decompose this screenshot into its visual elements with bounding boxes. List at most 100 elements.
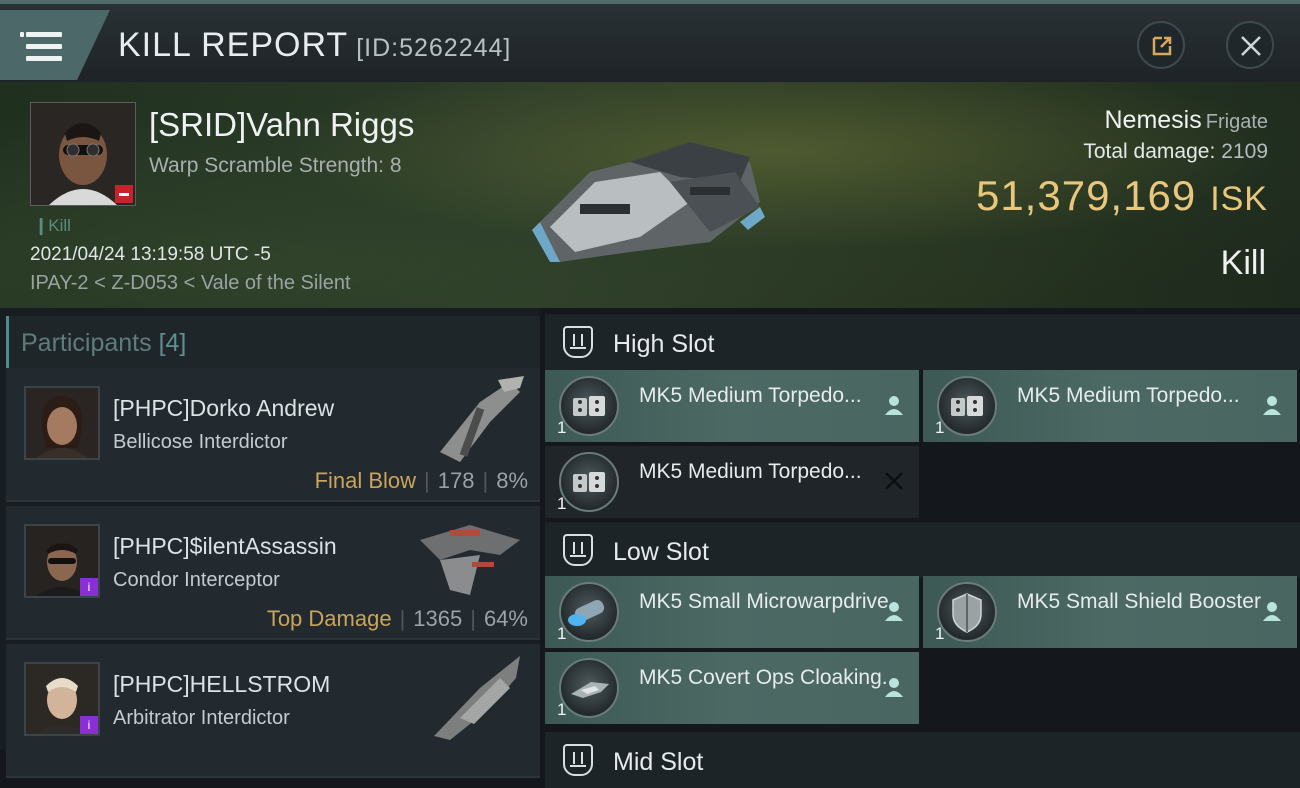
stats-separator: | <box>482 468 489 493</box>
report-id: [ID:5262244] <box>356 34 512 62</box>
participant-ship: Bellicose Interdictor <box>113 431 288 453</box>
microwarpdrive-icon <box>559 582 619 642</box>
victim-avatar[interactable] <box>30 102 136 206</box>
dropped-person-icon <box>885 678 903 697</box>
low-slot-header: Low Slot <box>545 522 1300 578</box>
participant-damage: 1365 <box>413 606 463 631</box>
participant-ship-image <box>440 376 524 462</box>
participants-header: Participants [4] <box>6 316 540 368</box>
module-tile[interactable]: 1 MK5 Small Microwarpdrive <box>545 576 919 648</box>
total-damage-value: 2109 <box>1221 140 1268 163</box>
victim-name[interactable]: [SRID]Vahn Riggs <box>149 106 414 144</box>
victim-ship-name[interactable]: Nemesis Frigate <box>1105 106 1269 135</box>
dropped-person-icon <box>885 396 903 415</box>
participant-ship-image <box>434 656 520 740</box>
menu-button[interactable] <box>0 10 110 80</box>
isk-amount: 51,379,169 <box>975 172 1197 219</box>
participant-avatar[interactable]: i <box>24 524 100 598</box>
module-name: MK5 Medium Torpedo... <box>639 384 862 407</box>
fitting-panel: High Slot 1 MK5 Medium Torpedo... 1 MK5 … <box>545 308 1300 788</box>
participant-ship-image <box>420 525 520 595</box>
participant-stats: Top Damage | 1365 | 64% <box>267 606 528 632</box>
module-name: MK5 Small Shield Booster <box>1017 590 1261 613</box>
participant-row[interactable]: [PHPC]Dorko Andrew Bellicose Interdictor… <box>6 368 540 502</box>
info-badge-icon: i <box>80 716 98 734</box>
stats-separator: | <box>399 606 406 631</box>
kill-datetime: 2021/04/24 13:19:58 UTC -5 <box>30 244 271 265</box>
hamburger-icon[interactable] <box>20 32 62 62</box>
module-quantity: 1 <box>935 418 945 437</box>
module-name: MK5 Medium Torpedo... <box>639 460 862 483</box>
torpedo-launcher-icon <box>559 452 619 512</box>
module-tile[interactable]: 1 MK5 Medium Torpedo... <box>923 370 1297 442</box>
participant-ship: Condor Interceptor <box>113 569 280 591</box>
participant-name[interactable]: [PHPC]HELLSTROM <box>113 671 330 698</box>
participant-ship: Arbitrator Interdictor <box>113 707 290 729</box>
stats-separator: | <box>424 468 430 493</box>
ship-class: Frigate <box>1205 111 1268 133</box>
kill-type-label: Kill <box>48 216 71 235</box>
cloaking-device-icon <box>559 658 619 718</box>
high-slot-title: High Slot <box>613 330 715 358</box>
destroyed-x-icon <box>885 472 903 490</box>
participant-row[interactable]: i [PHPC]HELLSTROM Arbitrator Interdictor <box>6 644 540 778</box>
module-tile[interactable]: 1 MK5 Small Shield Booster <box>923 576 1297 648</box>
participants-count: [4] <box>158 329 187 357</box>
kill-location[interactable]: IPAY-2 < Z-D053 < Vale of the Silent <box>30 272 351 295</box>
ship-name-text: Nemesis <box>1104 106 1202 134</box>
participant-avatar[interactable]: i <box>24 662 100 736</box>
mid-slot-icon <box>563 744 593 776</box>
title-text: KILL REPORT <box>118 26 349 64</box>
participant-stats: Final Blow | 178 | 8% <box>315 468 528 494</box>
mid-slot-title: Mid Slot <box>613 748 704 776</box>
participant-name[interactable]: [PHPC]Dorko Andrew <box>113 395 334 422</box>
module-quantity: 1 <box>557 418 567 437</box>
participants-label: Participants <box>21 329 152 357</box>
low-slot-icon <box>563 534 593 566</box>
module-tile[interactable]: 1 MK5 Covert Ops Cloaking... <box>545 652 919 724</box>
close-button[interactable] <box>1226 21 1274 69</box>
shield-booster-icon <box>937 582 997 642</box>
header-bar: KILL REPORT [ID:5262244] <box>0 0 1300 82</box>
page-title: KILL REPORT [ID:5262244] <box>118 26 511 65</box>
torpedo-launcher-icon <box>559 376 619 436</box>
participant-tag: Top Damage <box>266 606 392 631</box>
module-quantity: 1 <box>557 624 567 643</box>
module-quantity: 1 <box>935 624 945 643</box>
dropped-person-icon <box>1263 396 1281 415</box>
participant-damage: 178 <box>437 468 475 493</box>
victim-portrait <box>31 103 135 205</box>
module-quantity: 1 <box>557 700 567 719</box>
share-button[interactable] <box>1137 21 1185 69</box>
module-quantity: 1 <box>557 494 567 513</box>
isk-unit: ISK <box>1210 180 1268 218</box>
participant-name[interactable]: [PHPC]$ilentAssassin <box>113 533 337 560</box>
high-slot-header: High Slot <box>545 314 1300 370</box>
victim-ship-image[interactable] <box>520 112 770 282</box>
kill-result: Kill <box>1220 244 1266 282</box>
total-damage-label: Total damage: <box>1083 140 1216 163</box>
high-slot-icon <box>563 326 593 358</box>
module-tile[interactable]: 1 MK5 Medium Torpedo... <box>545 370 919 442</box>
isk-value: 51,379,169 ISK <box>976 172 1268 220</box>
torpedo-launcher-icon <box>937 376 997 436</box>
participant-avatar[interactable] <box>24 386 100 460</box>
stats-separator: | <box>470 606 476 631</box>
participants-title: Participants [4] <box>21 329 186 358</box>
dropped-person-icon <box>1263 602 1281 621</box>
module-name: MK5 Small Microwarpdrive <box>639 590 889 613</box>
close-icon <box>1241 36 1261 56</box>
participant-percent: 8% <box>496 468 528 493</box>
kill-type-tag: ❙Kill <box>34 216 71 235</box>
mid-slot-header: Mid Slot <box>545 732 1300 788</box>
participant-percent: 64% <box>483 606 528 631</box>
low-slot-title: Low Slot <box>613 538 709 566</box>
warp-scramble-strength: Warp Scramble Strength: 8 <box>149 154 402 177</box>
module-tile[interactable]: 1 MK5 Medium Torpedo... <box>545 446 919 518</box>
info-badge-icon: i <box>80 578 98 596</box>
participant-row[interactable]: i [PHPC]$ilentAssassin Condor Intercepto… <box>6 506 540 640</box>
victim-banner: [SRID]Vahn Riggs Warp Scramble Strength:… <box>0 82 1300 308</box>
module-name: MK5 Medium Torpedo... <box>1017 384 1240 407</box>
participant-tag: Final Blow <box>314 468 417 493</box>
module-name: MK5 Covert Ops Cloaking... <box>639 666 900 689</box>
